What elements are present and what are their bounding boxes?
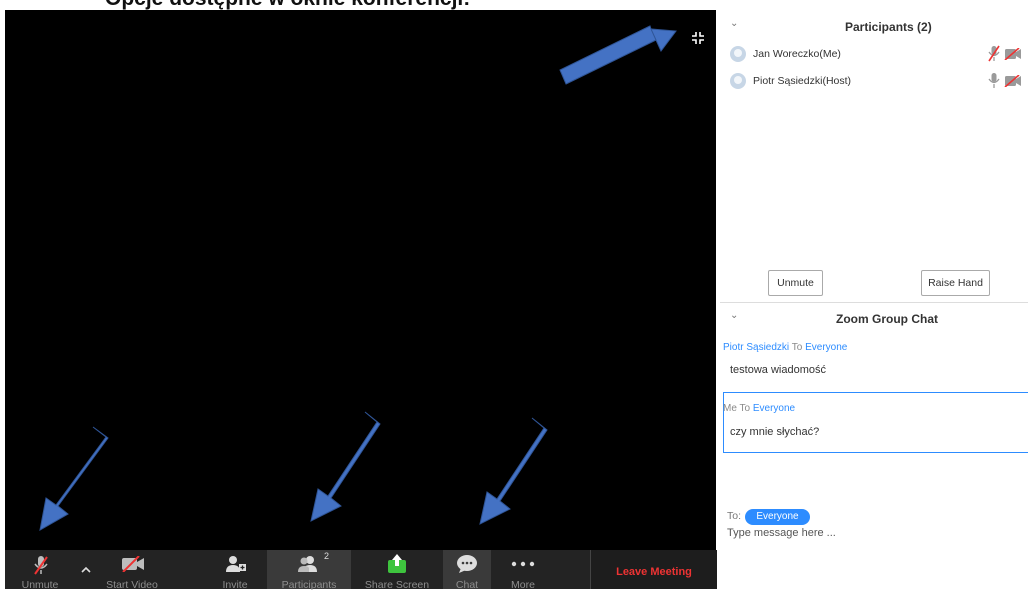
chat-message-selected[interactable] (723, 392, 1028, 453)
side-panel: ⌄ Participants (2) Jan Woreczko(Me) Piot… (720, 0, 1028, 589)
chat-message-text: czy mnie słychać? (730, 426, 820, 438)
start-video-label: Start Video (106, 579, 158, 591)
share-screen-icon (388, 554, 406, 573)
participants-icon (298, 556, 317, 572)
chat-message-text: testowa wiadomość (730, 364, 826, 376)
unmute-label: Unmute (21, 579, 59, 591)
participant-name: Jan Woreczko(Me) (753, 48, 841, 60)
invite-button[interactable]: Invite (210, 550, 260, 591)
invite-icon (226, 556, 246, 572)
participant-row[interactable]: Piotr Sąsiedzki(Host) (720, 69, 1028, 93)
video-area[interactable] (5, 10, 716, 550)
video-off-icon[interactable] (1004, 75, 1022, 87)
unmute-button[interactable]: Unmute (9, 550, 71, 591)
participants-button[interactable]: 2 Participants (267, 550, 351, 591)
more-icon (511, 561, 535, 567)
chat-header: ⌄ Zoom Group Chat (720, 305, 1028, 331)
leave-meeting-button[interactable]: Leave Meeting (590, 550, 717, 589)
collapse-caret-icon[interactable]: ⌄ (730, 18, 738, 29)
share-screen-label: Share Screen (364, 579, 430, 591)
mic-muted-icon[interactable] (988, 45, 1000, 62)
to-label: To: (727, 510, 742, 522)
message-recipient[interactable]: Everyone (753, 403, 795, 414)
fullscreen-exit-icon[interactable] (691, 31, 705, 45)
message-sender: Me (723, 403, 737, 414)
message-input[interactable] (727, 527, 1017, 539)
unmute-panel-button[interactable]: Unmute (768, 270, 823, 296)
start-video-button[interactable]: Start Video (101, 550, 163, 591)
chat-button[interactable]: Chat (443, 550, 491, 591)
participants-label: Participants (281, 579, 337, 591)
chat-message-header: Piotr Sąsiedzki To Everyone (723, 342, 847, 353)
raise-hand-button[interactable]: Raise Hand (921, 270, 990, 296)
chat-label: Chat (455, 579, 479, 591)
participant-name: Piotr Sąsiedzki(Host) (753, 75, 852, 87)
invite-label: Invite (222, 579, 248, 591)
participants-header: ⌄ Participants (2) (720, 13, 1028, 39)
share-screen-button[interactable]: Share Screen (359, 550, 435, 591)
mic-muted-icon (34, 556, 48, 575)
chat-icon (457, 555, 477, 573)
panel-divider (720, 302, 1028, 303)
message-recipient[interactable]: Everyone (805, 342, 847, 353)
chat-message-header: Me To Everyone (723, 403, 795, 414)
video-off-icon (122, 556, 144, 572)
participants-count: 2 (324, 551, 330, 561)
participant-row[interactable]: Jan Woreczko(Me) (720, 42, 1028, 66)
video-off-icon[interactable] (1004, 48, 1022, 60)
audio-options-button[interactable] (77, 550, 95, 589)
meeting-toolbar: Unmute Start Video Invite 2 Participants… (5, 550, 717, 591)
mic-icon[interactable] (988, 72, 1000, 89)
more-button[interactable]: More (499, 550, 547, 591)
participants-title: Participants (2) (845, 20, 932, 34)
more-label: More (511, 579, 535, 591)
chat-title: Zoom Group Chat (836, 312, 938, 326)
recipient-select[interactable]: Everyone (745, 509, 810, 525)
collapse-caret-icon[interactable]: ⌄ (730, 310, 738, 321)
chevron-up-icon (81, 566, 91, 573)
avatar (730, 46, 746, 62)
message-to-word: To (791, 342, 803, 353)
avatar (730, 73, 746, 89)
message-sender[interactable]: Piotr Sąsiedzki (723, 342, 789, 353)
message-to-word: To (739, 403, 751, 414)
